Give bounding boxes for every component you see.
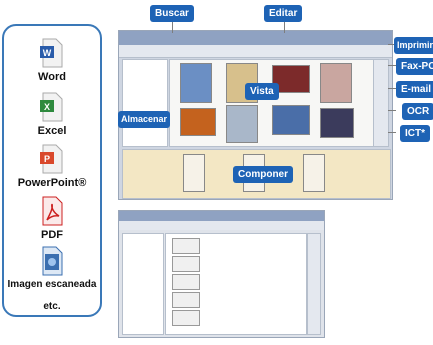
- word-label: Word: [38, 71, 66, 83]
- folder-tree: [122, 233, 164, 335]
- callout-line: [388, 110, 396, 111]
- imprimir-callout: Imprimir: [394, 37, 433, 54]
- list-item: [172, 274, 200, 290]
- editar-callout: Editar: [264, 5, 303, 22]
- buscar-callout: Buscar: [150, 5, 194, 22]
- list-item: [172, 256, 200, 272]
- almacenar-callout: Almacenar: [118, 111, 171, 128]
- folder-tree: [122, 59, 168, 147]
- scanned-image-label: Imagen escaneada: [7, 279, 97, 290]
- svg-text:W: W: [43, 48, 52, 58]
- ict-callout: ICT*: [400, 125, 430, 142]
- etc-item: etc.: [4, 298, 100, 312]
- toolbar: [119, 45, 392, 58]
- list-item: [172, 238, 200, 254]
- document-thumbnail: [180, 108, 216, 136]
- scanned-image-icon: [39, 246, 65, 276]
- document-thumbnail: [272, 105, 310, 135]
- title-bar: [119, 31, 392, 45]
- list-item: [172, 292, 200, 308]
- callout-line: [388, 65, 396, 66]
- vista-callout: Vista: [245, 83, 279, 100]
- word-file-icon: W: [39, 38, 65, 68]
- title-bar: [119, 211, 324, 221]
- thumbnail-area: [169, 59, 376, 147]
- list-item: [172, 310, 200, 326]
- pdf-format-item: PDF: [4, 196, 100, 241]
- pdf-label: PDF: [41, 229, 63, 241]
- file-format-panel: W Word X Excel P PowerPoint® PDF Imagen …: [2, 24, 102, 317]
- excel-file-icon: X: [39, 92, 65, 122]
- document-thumbnail: [320, 108, 354, 138]
- componer-callout: Componer: [233, 166, 293, 183]
- etc-label: etc.: [43, 301, 61, 312]
- powerpoint-file-icon: P: [39, 144, 65, 174]
- word-format-item: W Word: [4, 38, 100, 83]
- document-thumbnail: [226, 105, 258, 143]
- fax-callout: Fax-PC: [396, 58, 433, 75]
- email-callout: E-mail: [396, 81, 433, 98]
- document-thumbnail: [303, 154, 325, 192]
- action-toolbar: [307, 233, 321, 335]
- scanned-image-item: Imagen escaneada: [4, 246, 100, 290]
- svg-text:P: P: [44, 154, 50, 164]
- toolbar: [119, 221, 324, 230]
- svg-text:X: X: [44, 102, 50, 112]
- document-list: [165, 233, 307, 335]
- excel-format-item: X Excel: [4, 92, 100, 137]
- document-thumbnail: [183, 154, 205, 192]
- callout-line: [388, 132, 396, 133]
- document-thumbnail: [180, 63, 212, 103]
- ocr-callout: OCR: [402, 103, 433, 120]
- list-view-screenshot: [118, 210, 325, 338]
- pdf-file-icon: [39, 196, 65, 226]
- excel-label: Excel: [37, 125, 67, 137]
- powerpoint-format-item: P PowerPoint®: [4, 144, 100, 189]
- document-thumbnail: [320, 63, 352, 103]
- powerpoint-label: PowerPoint®: [17, 177, 87, 189]
- action-toolbar: [373, 59, 389, 147]
- callout-line: [388, 88, 396, 89]
